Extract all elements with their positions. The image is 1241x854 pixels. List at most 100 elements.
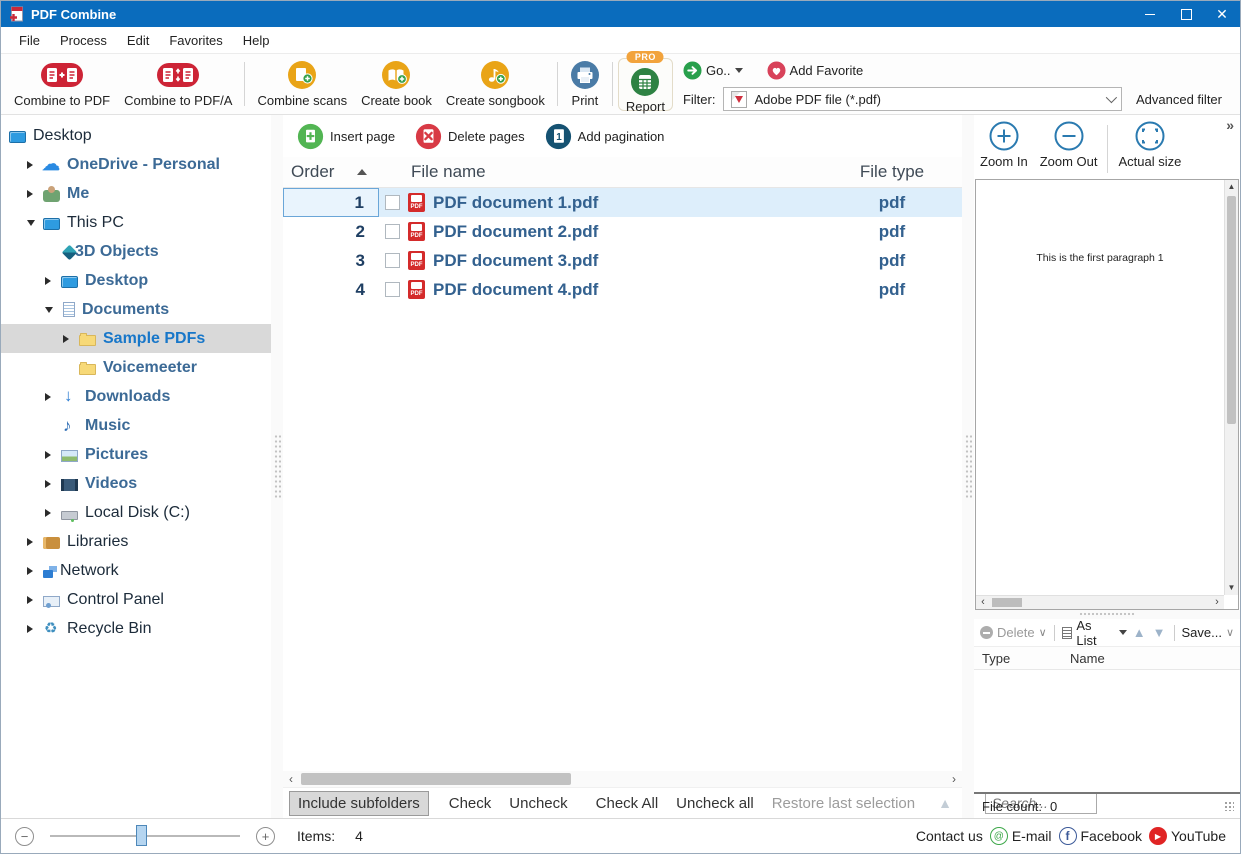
- report-button[interactable]: PRO Report: [618, 58, 673, 111]
- expand-arrow-icon[interactable]: [27, 161, 43, 169]
- zoom-slider-plus-button[interactable]: +: [256, 827, 275, 846]
- scroll-left-icon[interactable]: ‹: [283, 771, 299, 787]
- maximize-button[interactable]: [1168, 1, 1204, 27]
- expand-arrow-icon[interactable]: [27, 625, 43, 633]
- move-item-up-icon[interactable]: ▲: [1132, 625, 1147, 640]
- uncheck-all-button[interactable]: Uncheck all: [668, 792, 762, 815]
- advanced-filter-link[interactable]: Advanced filter: [1136, 92, 1222, 107]
- tree-splitter[interactable]: [271, 115, 283, 818]
- email-link[interactable]: @ E-mail: [990, 827, 1052, 845]
- column-header-order[interactable]: Order: [283, 162, 379, 182]
- scroll-left-icon[interactable]: ‹: [976, 596, 990, 609]
- filter-dropdown-chevron-icon[interactable]: [1106, 92, 1117, 103]
- uncheck-button[interactable]: Uncheck: [501, 792, 575, 815]
- combine-to-pdfa-button[interactable]: Combine to PDF/A: [117, 54, 239, 114]
- expand-arrow-icon[interactable]: [45, 509, 61, 517]
- tree-item-pictures[interactable]: Pictures: [1, 440, 271, 469]
- tree-item-documents[interactable]: Documents: [1, 295, 271, 324]
- column-header-file-name[interactable]: File name: [379, 162, 822, 182]
- expand-arrow-icon[interactable]: [45, 277, 61, 285]
- expand-arrow-icon[interactable]: [45, 480, 61, 488]
- file-checkbox[interactable]: [385, 195, 400, 210]
- zoom-slider-minus-button[interactable]: −: [15, 827, 34, 846]
- tree-item-desktop[interactable]: Desktop: [1, 121, 271, 150]
- collapse-arrow-icon[interactable]: [45, 307, 61, 313]
- create-book-button[interactable]: Create book: [354, 54, 439, 114]
- tree-item-me[interactable]: Me: [1, 179, 271, 208]
- save-dropdown-chevron-icon[interactable]: ∨: [1226, 626, 1234, 639]
- combine-to-pdf-button[interactable]: Combine to PDF: [7, 54, 117, 114]
- zoom-slider[interactable]: [50, 835, 240, 837]
- facebook-link[interactable]: f Facebook: [1059, 827, 1142, 845]
- minimize-button[interactable]: [1132, 1, 1168, 27]
- resize-grip-icon[interactable]: [1224, 801, 1234, 811]
- more-buttons-chevron-icon[interactable]: »: [1226, 117, 1234, 133]
- filter-combobox[interactable]: Adobe PDF file (*.pdf): [723, 87, 1122, 111]
- tree-item-libraries[interactable]: Libraries: [1, 527, 271, 556]
- as-list-button[interactable]: As List: [1062, 618, 1127, 648]
- zoom-out-button[interactable]: Zoom Out: [1034, 119, 1104, 169]
- expand-arrow-icon[interactable]: [27, 567, 43, 575]
- menu-item-help[interactable]: Help: [233, 33, 280, 48]
- expand-arrow-icon[interactable]: [45, 451, 61, 459]
- tree-item-voicemeeter[interactable]: Voicemeeter: [1, 353, 271, 382]
- combine-scans-button[interactable]: Combine scans: [250, 54, 354, 114]
- file-row[interactable]: 4PDFPDF document 4.pdfpdf: [283, 275, 962, 304]
- file-checkbox[interactable]: [385, 224, 400, 239]
- scrollbar-thumb[interactable]: [1227, 196, 1236, 424]
- contact-us-link[interactable]: Contact us: [916, 828, 983, 844]
- tree-item-music[interactable]: Music: [1, 411, 271, 440]
- tree-item-recycle-bin[interactable]: Recycle Bin: [1, 614, 271, 643]
- scroll-right-icon[interactable]: ›: [1210, 596, 1224, 609]
- expand-arrow-icon[interactable]: [27, 538, 43, 546]
- preview-splitter[interactable]: [962, 115, 974, 818]
- insert-page-button[interactable]: Insert page: [297, 123, 395, 150]
- scroll-right-icon[interactable]: ›: [946, 771, 962, 787]
- column-header-type[interactable]: Type: [982, 651, 1070, 666]
- tree-item-sample-pdfs[interactable]: Sample PDFs: [1, 324, 271, 353]
- tree-item-videos[interactable]: Videos: [1, 469, 271, 498]
- scroll-up-icon[interactable]: ▲: [1225, 180, 1238, 194]
- go-button[interactable]: Go..: [683, 61, 743, 80]
- check-button[interactable]: Check: [441, 792, 500, 815]
- tree-item-desktop-folder[interactable]: Desktop: [1, 266, 271, 295]
- tree-item-network[interactable]: Network: [1, 556, 271, 585]
- add-pagination-button[interactable]: 1 Add pagination: [545, 123, 665, 150]
- close-button[interactable]: ✕: [1204, 1, 1240, 27]
- file-list-horizontal-scrollbar[interactable]: ‹ ›: [283, 771, 962, 787]
- tree-item-this-pc[interactable]: This PC: [1, 208, 271, 237]
- scrollbar-thumb[interactable]: [301, 773, 571, 785]
- tree-item-onedrive-personal[interactable]: OneDrive - Personal: [1, 150, 271, 179]
- file-row[interactable]: 3PDFPDF document 3.pdfpdf: [283, 246, 962, 275]
- file-row[interactable]: 1PDFPDF document 1.pdfpdf: [283, 188, 962, 217]
- column-header-file-type[interactable]: File type: [822, 162, 962, 182]
- tree-item-local-disk-c[interactable]: Local Disk (C:): [1, 498, 271, 527]
- save-button[interactable]: Save... ∨: [1181, 625, 1234, 640]
- file-row[interactable]: 2PDFPDF document 2.pdfpdf: [283, 217, 962, 246]
- expand-arrow-icon[interactable]: [63, 335, 79, 343]
- scroll-down-icon[interactable]: ▼: [1225, 581, 1238, 595]
- actual-size-button[interactable]: Actual size: [1112, 119, 1187, 169]
- move-item-down-icon[interactable]: ▼: [1152, 625, 1167, 640]
- expand-arrow-icon[interactable]: [45, 393, 61, 401]
- tree-item-downloads[interactable]: Downloads: [1, 382, 271, 411]
- print-button[interactable]: Print: [563, 54, 607, 114]
- add-favorite-button[interactable]: Add Favorite: [767, 61, 864, 80]
- preview-horizontal-scrollbar[interactable]: ‹ ›: [976, 595, 1224, 609]
- menu-item-file[interactable]: File: [9, 33, 50, 48]
- tree-item-3d-objects[interactable]: 3D Objects: [1, 237, 271, 266]
- file-checkbox[interactable]: [385, 282, 400, 297]
- scrollbar-thumb[interactable]: [992, 598, 1022, 607]
- expand-arrow-icon[interactable]: [27, 190, 43, 198]
- include-subfolders-toggle[interactable]: Include subfolders: [289, 791, 429, 816]
- check-all-button[interactable]: Check All: [588, 792, 667, 815]
- youtube-link[interactable]: ▶ YouTube: [1149, 827, 1226, 845]
- zoom-in-button[interactable]: Zoom In: [974, 119, 1034, 169]
- create-songbook-button[interactable]: Create songbook: [439, 54, 552, 114]
- expand-arrow-icon[interactable]: [27, 596, 43, 604]
- menu-item-edit[interactable]: Edit: [117, 33, 159, 48]
- tree-item-control-panel[interactable]: Control Panel: [1, 585, 271, 614]
- column-header-name[interactable]: Name: [1070, 651, 1240, 666]
- file-checkbox[interactable]: [385, 253, 400, 268]
- preview-vertical-scrollbar[interactable]: ▲ ▼: [1224, 180, 1238, 595]
